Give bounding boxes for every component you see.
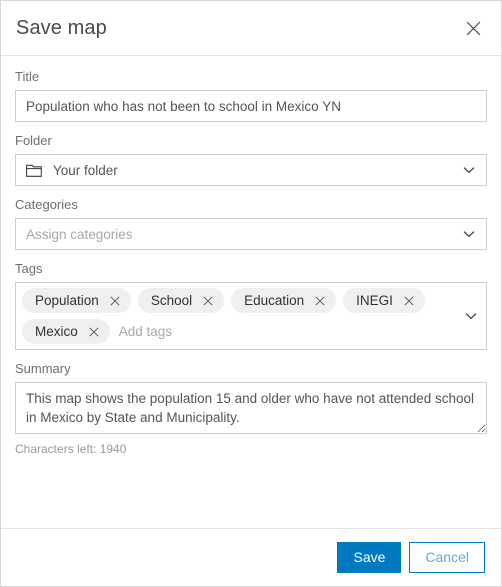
title-input[interactable] xyxy=(15,90,487,122)
tag-chip[interactable]: Population xyxy=(22,288,131,313)
tag-chip-label: School xyxy=(150,293,193,308)
tag-chip[interactable]: Education xyxy=(231,288,337,313)
summary-field-group: Summary Characters left: 1940 xyxy=(15,361,487,457)
folder-select[interactable]: Your folder xyxy=(15,154,487,186)
summary-label: Summary xyxy=(15,361,71,376)
summary-textarea[interactable] xyxy=(15,382,487,434)
save-map-dialog: Save map Title Folder xyxy=(0,0,502,587)
tag-chip-label: Population xyxy=(35,293,99,308)
categories-select[interactable]: Assign categories xyxy=(15,218,487,250)
tag-chip-label: Mexico xyxy=(35,324,78,339)
folder-label: Folder xyxy=(15,133,52,148)
close-icon[interactable] xyxy=(87,325,101,339)
close-icon[interactable] xyxy=(108,294,122,308)
folder-field-group: Folder Your folder xyxy=(15,133,487,186)
chevron-down-icon[interactable] xyxy=(460,307,482,325)
close-button[interactable] xyxy=(461,16,485,40)
tag-chip-label: Education xyxy=(244,293,305,308)
tag-chip-label: INEGI xyxy=(356,293,393,308)
title-field-group: Title xyxy=(15,69,487,122)
categories-placeholder: Assign categories xyxy=(26,226,133,242)
tags-input-container[interactable]: Population School Education INEGI Mexico… xyxy=(15,282,487,350)
cancel-button[interactable]: Cancel xyxy=(409,542,485,573)
tag-chip[interactable]: Mexico xyxy=(22,319,110,344)
chevron-down-icon xyxy=(460,225,478,243)
folder-icon xyxy=(26,163,42,177)
dialog-body: Title Folder Your folder xyxy=(1,56,501,528)
chevron-down-icon xyxy=(460,161,478,179)
tags-label: Tags xyxy=(15,261,43,276)
tag-chip[interactable]: School xyxy=(137,288,225,313)
folder-value: Your folder xyxy=(53,162,118,178)
close-icon[interactable] xyxy=(201,294,215,308)
dialog-header: Save map xyxy=(1,1,501,56)
tags-list: Population School Education INEGI Mexico… xyxy=(22,288,460,344)
tag-chip[interactable]: INEGI xyxy=(343,288,425,313)
categories-label: Categories xyxy=(15,197,78,212)
dialog-footer: Save Cancel xyxy=(1,528,501,586)
title-label: Title xyxy=(15,69,40,84)
close-icon xyxy=(466,21,481,36)
close-icon[interactable] xyxy=(313,294,327,308)
add-tags-input[interactable] xyxy=(116,320,298,343)
page-title: Save map xyxy=(16,17,107,39)
close-icon[interactable] xyxy=(402,294,416,308)
categories-field-group: Categories Assign categories xyxy=(15,197,487,250)
save-button[interactable]: Save xyxy=(337,542,402,573)
tags-field-group: Tags Population School Education INEGI M… xyxy=(15,261,487,350)
characters-left-text: Characters left: 1940 xyxy=(15,442,127,456)
